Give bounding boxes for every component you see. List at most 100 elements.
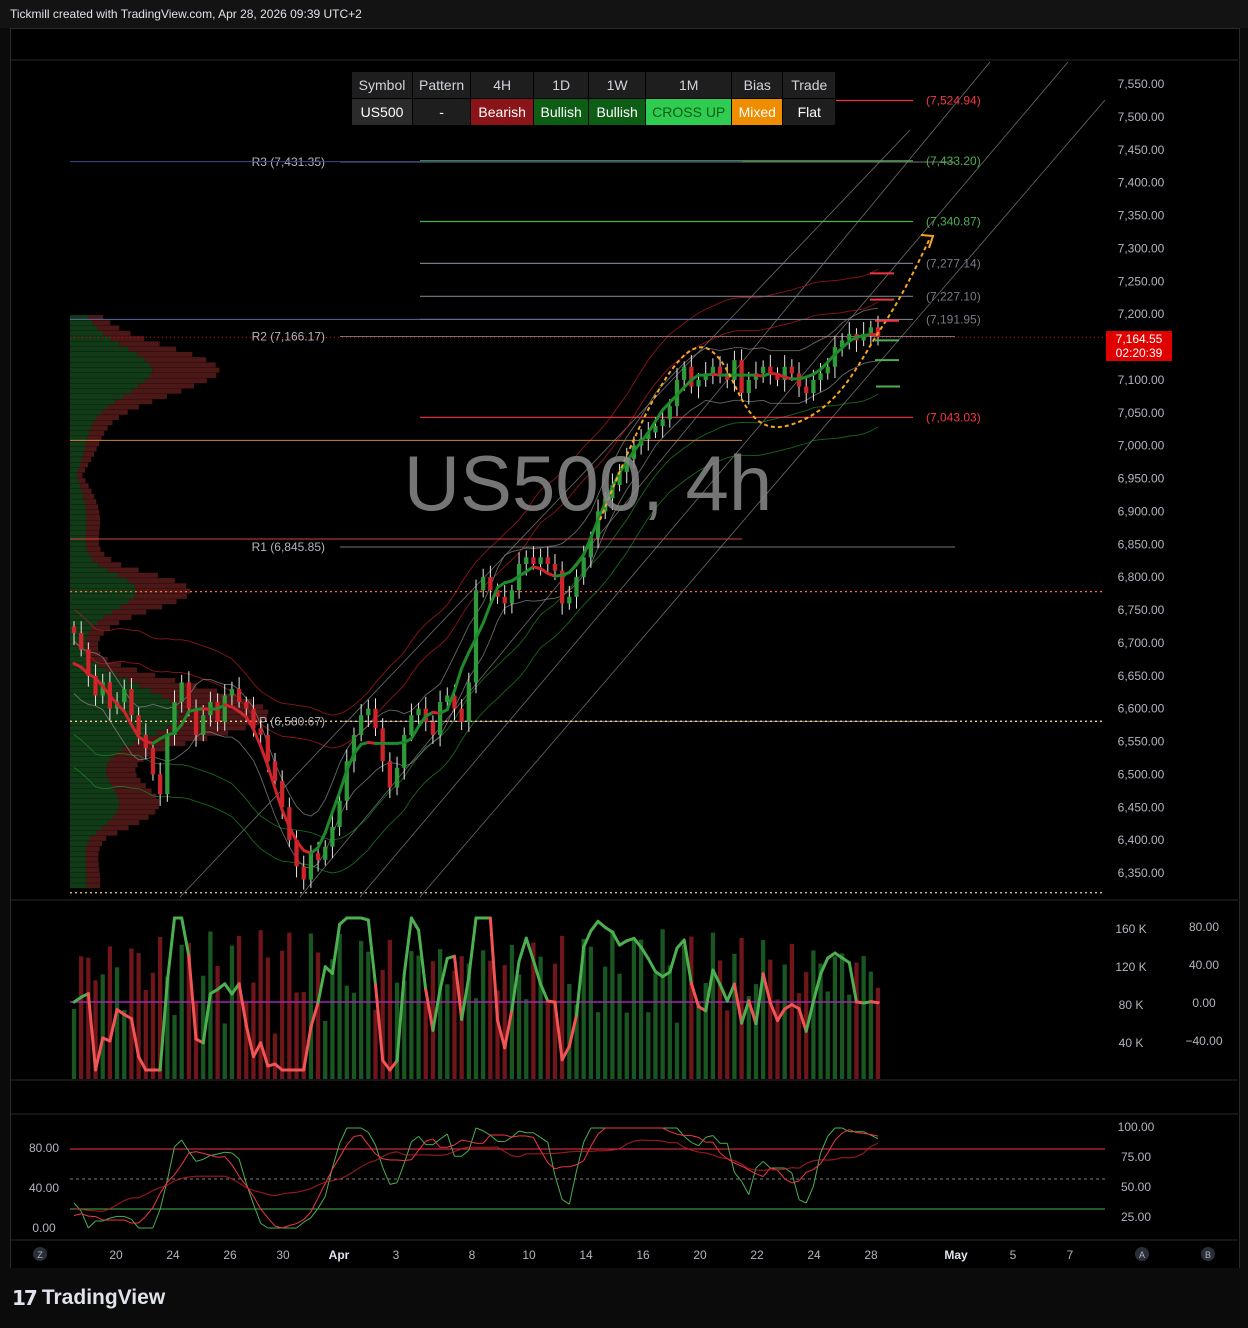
table-value-2: Bearish	[470, 98, 535, 126]
volume-bar	[445, 984, 450, 1079]
stoch-slow-line	[662, 1140, 670, 1144]
stoch-k-line	[482, 1130, 491, 1136]
candle-body	[717, 366, 723, 374]
volume-profile-bar	[80, 483, 89, 489]
volume-profile-bar	[76, 472, 83, 478]
candle-body	[746, 379, 751, 394]
candle-body	[366, 708, 371, 716]
stoch-slow-line	[382, 1152, 391, 1158]
x-tick-label: 10	[522, 1248, 536, 1262]
stoch-d-line	[712, 1141, 721, 1154]
stoch-d-line	[73, 1213, 82, 1216]
volume-profile-bar	[144, 357, 207, 363]
price-axis: 7,550.00 7,500.00 7,450.00 7,400.00 7,350.00…	[1118, 77, 1165, 880]
volume-profile-bar	[70, 583, 134, 589]
rsi-segment	[165, 916, 176, 984]
x-tick-label: 16	[636, 1248, 650, 1262]
volume-profile-bar	[70, 520, 87, 526]
stoch-d-line	[755, 1173, 764, 1178]
volume-bar	[696, 1002, 701, 1079]
target-level-label: (7,524.94)	[926, 93, 981, 107]
volume-bar	[315, 952, 321, 1079]
candle-body	[394, 767, 400, 788]
volume-profile-bar	[84, 446, 97, 452]
volume-profile-bar	[70, 320, 93, 326]
candle-body	[193, 708, 199, 735]
rsi-tick-label: −40.00	[1185, 1034, 1222, 1048]
volume-profile-bar	[70, 557, 93, 563]
tradingview-logo[interactable]: 17 TradingView	[12, 1286, 165, 1310]
volume-bar	[768, 959, 773, 1079]
volume-profile-bar	[150, 362, 216, 368]
volume-profile-bar	[70, 462, 81, 468]
volume-bar	[624, 1012, 629, 1079]
stoch-slow-line	[332, 1178, 340, 1182]
volume-profile-bar	[70, 488, 82, 494]
table-value-6: Mixed	[731, 98, 784, 126]
candle-body	[761, 366, 766, 374]
stoch-k-line	[490, 1134, 498, 1142]
target-level-label: (7,191.95)	[926, 312, 981, 326]
stoch-slow-line	[712, 1154, 721, 1159]
stoch-slow-line	[346, 1170, 355, 1177]
volume-profile-bar	[70, 825, 103, 831]
volume-bar	[761, 940, 766, 1079]
volume-bar	[854, 962, 859, 1079]
stoch-slow-line	[554, 1152, 563, 1154]
table-value-4: Bullish	[588, 98, 647, 126]
volume-bar	[280, 950, 285, 1079]
candle-body	[222, 695, 227, 722]
candles	[71, 315, 881, 890]
stoch-slow-line	[676, 1142, 685, 1148]
stoch-slow-line	[181, 1176, 189, 1179]
candle-body	[229, 688, 235, 696]
stoch-tick-right: 75.00	[1121, 1150, 1151, 1164]
stoch-slow-line	[260, 1191, 268, 1195]
volume-profile-bar	[70, 772, 107, 778]
price-chart[interactable]: R3 (7,431.35)R2 (7,166.17)R1 (6,845.85)P…	[0, 0, 1248, 1268]
volume-bar	[122, 1009, 127, 1079]
stoch-k-line	[533, 1132, 541, 1138]
candle-body	[481, 577, 486, 591]
candle-body	[387, 761, 392, 788]
stoch-k-line	[504, 1136, 513, 1143]
volume-profile-bar	[114, 788, 152, 794]
volume-profile-bar	[70, 472, 77, 478]
volume-profile-bar	[70, 699, 171, 705]
volume-profile-bar	[118, 804, 159, 810]
volume-bar	[796, 993, 802, 1079]
volume-profile-bar	[93, 420, 113, 426]
stoch-slow-line	[231, 1178, 240, 1184]
stoch-d-line	[691, 1135, 699, 1138]
volume-profile-bar	[103, 330, 131, 336]
volume-bar	[114, 967, 120, 1079]
y-tick-label: 6,700.00	[1118, 636, 1165, 650]
volume-profile-bar	[78, 478, 86, 484]
volume-profile	[70, 315, 269, 889]
volume-bar	[667, 965, 672, 1079]
stoch-slow-line	[870, 1142, 879, 1148]
candle-body	[789, 366, 794, 374]
volume-bar	[868, 971, 873, 1079]
stoch-slow-line	[511, 1155, 520, 1158]
stoch-k-line	[238, 1158, 247, 1184]
volume-bar	[236, 935, 242, 1079]
candle-body	[825, 366, 830, 374]
volume-profile-bar	[85, 851, 99, 857]
stoch-d-line	[289, 1223, 297, 1226]
volume-profile-bar	[70, 541, 86, 547]
stoch-slow-line	[152, 1187, 161, 1192]
table-value-3: Bullish	[533, 98, 590, 126]
candle-body	[71, 626, 77, 634]
candle-body	[660, 419, 665, 426]
volume-profile-bar	[70, 614, 104, 620]
volume-profile-bar	[70, 862, 86, 868]
stoch-d-line	[798, 1171, 807, 1182]
x-tick-label: 14	[579, 1248, 593, 1262]
volume-bar	[638, 939, 644, 1079]
candle-body	[804, 386, 809, 394]
volume-profile-bar	[92, 320, 111, 326]
x-tick-label: 28	[864, 1248, 878, 1262]
volume-profile-bar	[70, 841, 88, 847]
volume-bar	[610, 930, 615, 1079]
